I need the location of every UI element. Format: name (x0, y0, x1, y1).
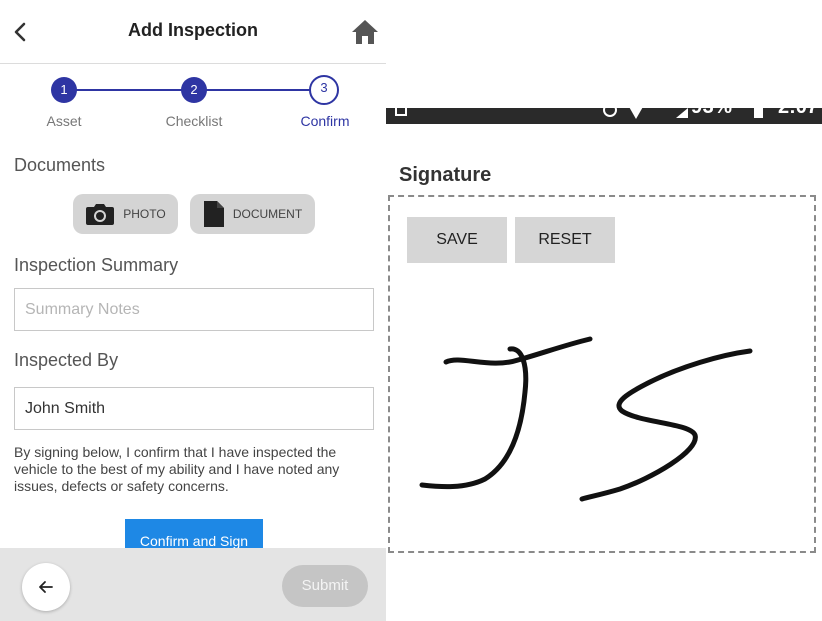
home-icon (352, 20, 378, 44)
image-icon (395, 108, 407, 116)
status-time: 2:07 (778, 108, 818, 119)
summary-notes-input[interactable] (14, 288, 374, 331)
camera-icon (86, 204, 115, 225)
documents-heading: Documents (14, 155, 106, 175)
signature-pad[interactable]: SAVE RESET (388, 195, 816, 553)
step-3-label: Confirm (300, 113, 350, 129)
wifi-icon (628, 108, 644, 119)
step-connector (76, 89, 182, 91)
step-1-circle[interactable]: 1 (51, 77, 77, 103)
save-button[interactable]: SAVE (407, 217, 507, 263)
signature-heading: Signature (399, 164, 492, 186)
signature-screen: 93% 2:07 Signature SAVE RESET (386, 0, 822, 621)
reset-button[interactable]: RESET (515, 217, 615, 263)
bottom-action-bar: Submit (0, 548, 386, 621)
home-button[interactable] (350, 18, 380, 46)
document-button-label: DOCUMENT (232, 207, 303, 221)
step-2-label: Checklist (165, 113, 223, 129)
document-icon (203, 201, 224, 227)
inspected-by-input[interactable] (14, 387, 374, 430)
status-bar: 93% 2:07 (386, 108, 822, 124)
add-inspection-screen: Add Inspection 1 2 3 Asset Checklist Con… (0, 0, 386, 621)
confirmation-statement: By signing below, I confirm that I have … (14, 444, 340, 494)
step-2-circle[interactable]: 2 (181, 77, 207, 103)
progress-stepper: 1 2 3 Asset Checklist Confirm (0, 64, 386, 138)
submit-button[interactable]: Submit (282, 565, 368, 607)
step-1-label: Asset (46, 113, 82, 129)
signal-icon (676, 108, 688, 118)
document-button[interactable]: DOCUMENT (190, 194, 315, 234)
step-connector (206, 89, 310, 91)
page-title: Add Inspection (128, 20, 258, 40)
battery-icon (754, 108, 763, 118)
arrow-left-icon (39, 581, 53, 593)
app-bar: Add Inspection (0, 0, 386, 64)
step-3-circle[interactable]: 3 (309, 75, 339, 105)
inspection-summary-heading: Inspection Summary (14, 255, 179, 275)
previous-step-button[interactable] (22, 563, 70, 611)
inspected-by-heading: Inspected By (14, 350, 119, 370)
alarm-icon (603, 108, 617, 117)
photo-button[interactable]: PHOTO (73, 194, 178, 234)
photo-button-label: PHOTO (123, 207, 166, 221)
battery-percent: 93% (691, 108, 733, 119)
